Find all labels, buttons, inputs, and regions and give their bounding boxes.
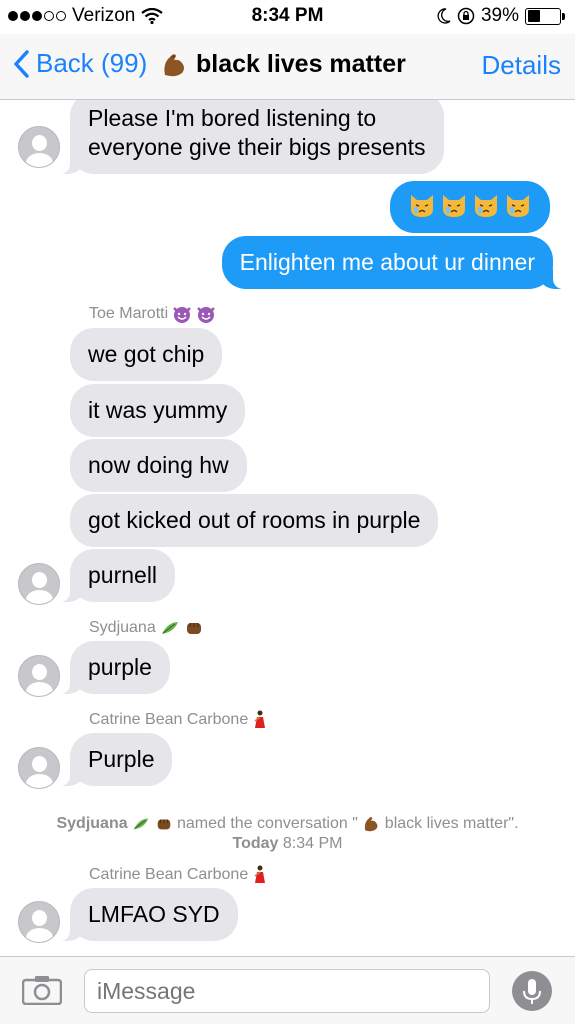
avatar[interactable] — [18, 563, 60, 605]
chevron-left-icon — [14, 49, 29, 78]
message-bubble[interactable]: Please I'm bored listening to everyone g… — [56, 100, 444, 174]
herb-emoji — [161, 622, 178, 634]
avatar[interactable] — [18, 126, 60, 168]
fist-emoji — [186, 623, 201, 634]
message-text: LMFAO SYD — [88, 901, 220, 927]
message-text: Enlighten me about ur dinner — [239, 249, 535, 275]
message-text: it was yummy — [88, 397, 228, 423]
message-text: purnell — [88, 562, 158, 588]
message-bubble[interactable]: Enlighten me about ur dinner — [221, 236, 568, 289]
sender-name-text: Catrine Bean Carbone — [89, 866, 249, 883]
sender-name: Toe Marotti — [89, 304, 216, 324]
message-bubble[interactable] — [390, 181, 550, 233]
message-bubble[interactable]: now doing hw — [70, 439, 247, 492]
fist-emoji — [157, 819, 170, 830]
conversation-title-text: black lives matter — [196, 50, 406, 78]
crying-cat-emoji — [443, 195, 465, 217]
battery-percent: 39% — [480, 5, 519, 26]
sender-name-text: Toe Marotti — [89, 305, 169, 322]
message-input[interactable] — [84, 969, 490, 1013]
compose-bar — [0, 956, 575, 1024]
status-bar: Verizon 8:34 PM 39% — [0, 0, 575, 34]
message-bubble[interactable]: purnell — [55, 549, 176, 602]
emoji-row — [408, 191, 532, 219]
crying-cat-emoji — [507, 195, 529, 217]
smiling-imp-emoji — [173, 307, 192, 323]
message-bubble[interactable]: LMFAO SYD — [56, 888, 238, 941]
avatar[interactable] — [18, 655, 60, 697]
battery-icon — [525, 7, 565, 25]
message-text: Please I'm bored listening to — [88, 105, 377, 131]
message-bubble[interactable]: Purple — [55, 733, 173, 786]
flexed-biceps-emoji — [164, 53, 184, 76]
rotation-lock-icon — [457, 7, 475, 25]
flexed-biceps-emoji — [365, 816, 378, 831]
status-right: 39% — [437, 5, 565, 27]
system-notice: Sydjuana named the conversation " black … — [0, 814, 575, 854]
sender-name: Catrine Bean Carbone — [89, 710, 268, 730]
crying-cat-emoji — [411, 195, 433, 217]
sender-name: Catrine Bean Carbone — [89, 865, 268, 885]
microphone-button[interactable] — [512, 971, 552, 1011]
moon-icon — [437, 8, 451, 24]
message-text: purple — [88, 654, 152, 680]
notice-name: black lives matter". — [384, 815, 519, 832]
message-bubble[interactable]: purple — [56, 641, 170, 694]
battery-fill — [527, 10, 540, 22]
message-text: we got chip — [88, 341, 205, 367]
avatar[interactable] — [18, 901, 60, 943]
avatar[interactable] — [18, 747, 60, 789]
navigation-bar: Back (99) black lives matter Details — [0, 34, 575, 100]
herb-emoji — [133, 818, 149, 830]
notice-action: named the conversation " — [176, 815, 358, 832]
details-button[interactable]: Details — [482, 50, 561, 81]
microphone-icon — [523, 979, 541, 1004]
message-bubble[interactable]: got kicked out of rooms in purple — [70, 494, 439, 547]
message-text: everyone give their bigs presents — [88, 134, 426, 160]
sender-name-text: Catrine Bean Carbone — [89, 711, 249, 728]
rename-notice-line: Sydjuana named the conversation " black … — [0, 814, 575, 834]
back-label: Back (99) — [36, 48, 148, 78]
smiling-imp-emoji — [197, 307, 216, 323]
dancer-emoji — [254, 865, 266, 883]
notice-timestamp: Today 8:34 PM — [0, 834, 575, 854]
sender-name-text: Sydjuana — [89, 619, 156, 636]
crying-cat-emoji — [475, 195, 497, 217]
message-bubble[interactable]: we got chip — [70, 328, 223, 381]
camera-icon[interactable] — [22, 975, 62, 1005]
conversation-title: black lives matter — [160, 50, 406, 79]
notice-actor: Sydjuana — [56, 815, 128, 832]
notice-day: Today — [232, 835, 279, 852]
notice-time: 8:34 PM — [282, 835, 343, 852]
sender-name: Sydjuana — [89, 618, 204, 638]
message-text: Purple — [88, 746, 155, 772]
message-text: got kicked out of rooms in purple — [88, 507, 421, 533]
dancer-emoji — [254, 710, 266, 728]
back-button[interactable]: Back (99) — [12, 48, 147, 79]
message-text: now doing hw — [88, 452, 229, 478]
message-bubble[interactable]: it was yummy — [70, 384, 246, 437]
message-list[interactable]: Please I'm bored listening to everyone g… — [0, 100, 575, 956]
